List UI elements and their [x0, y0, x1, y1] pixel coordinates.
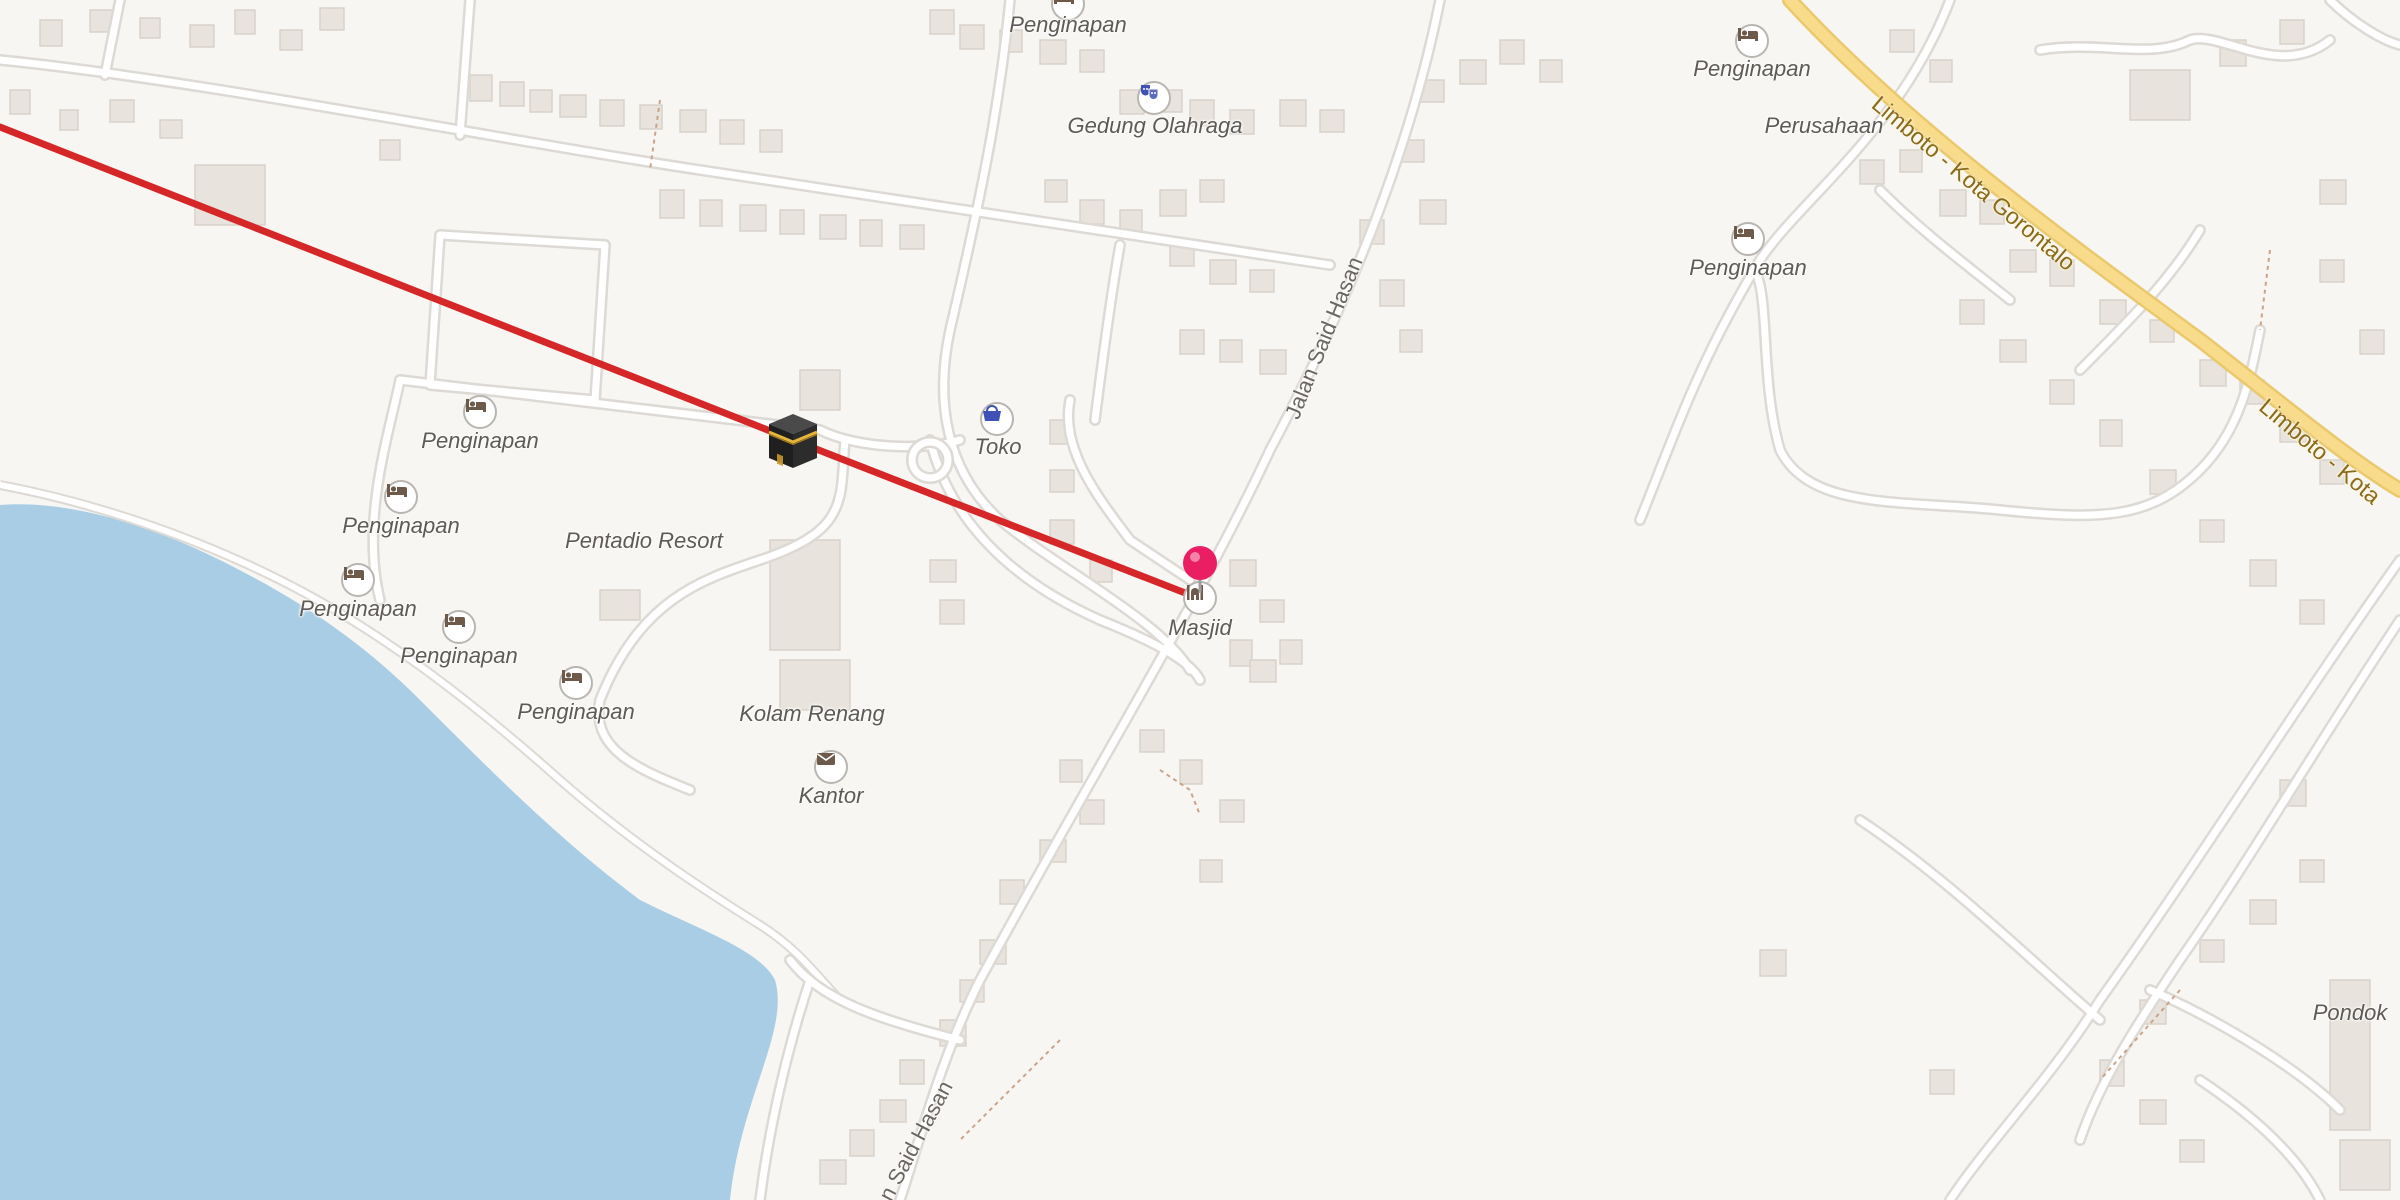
- poi-label: Penginapan: [342, 513, 460, 538]
- poi-penginapan-w3[interactable]: [341, 563, 375, 597]
- kaaba-icon[interactable]: [763, 412, 823, 470]
- poi-label: Gedung Olahraga: [1067, 113, 1243, 138]
- envelope-icon: [817, 753, 835, 765]
- bed-icon: [387, 484, 407, 497]
- poi-label: Penginapan: [1693, 56, 1811, 81]
- poi-penginapan-ne1[interactable]: [1735, 24, 1769, 58]
- poi-label: Penginapan: [517, 699, 635, 724]
- poi-label-pentadio-resort: Pentadio Resort: [565, 528, 723, 553]
- poi-label: Kantor: [798, 783, 864, 808]
- map-canvas[interactable]: Jalan Said Hasan n Said Hasan Limboto - …: [0, 0, 2400, 1200]
- poi-penginapan-w1[interactable]: [463, 395, 497, 429]
- poi-toko[interactable]: [980, 402, 1014, 436]
- poi-label: Penginapan: [299, 596, 417, 621]
- theatre-masks-icon: [1141, 85, 1159, 100]
- bed-icon: [445, 614, 465, 627]
- poi-penginapan-w2[interactable]: [384, 480, 418, 514]
- poi-penginapan-ne2[interactable]: [1731, 222, 1765, 256]
- poi-label: Penginapan: [1689, 255, 1807, 280]
- bed-icon: [466, 399, 486, 412]
- poi-label-pondok: Pondok: [2312, 1000, 2388, 1025]
- poi-gedung-olahraga[interactable]: [1137, 81, 1171, 115]
- poi-label: Penginapan: [421, 428, 539, 453]
- poi-penginapan-w4[interactable]: [442, 610, 476, 644]
- poi-label: Toko: [974, 434, 1022, 459]
- bed-icon: [1734, 226, 1754, 239]
- location-pin-icon[interactable]: [1180, 545, 1220, 593]
- poi-label: Penginapan: [400, 643, 518, 668]
- poi-penginapan-w5[interactable]: [559, 666, 593, 700]
- bed-icon: [344, 567, 364, 580]
- poi-label: Masjid: [1168, 615, 1232, 640]
- primary-road-casing: [1782, 0, 2400, 498]
- bed-icon: [1738, 28, 1758, 41]
- bed-icon: [1054, 0, 1074, 4]
- bed-icon: [562, 670, 582, 683]
- poi-label: Penginapan: [1009, 12, 1127, 37]
- poi-kantor[interactable]: [814, 750, 848, 784]
- poi-label-perusahaan: Perusahaan: [1764, 113, 1884, 138]
- poi-label-kolam-renang: Kolam Renang: [739, 701, 885, 726]
- shopping-basket-icon: [983, 405, 1001, 421]
